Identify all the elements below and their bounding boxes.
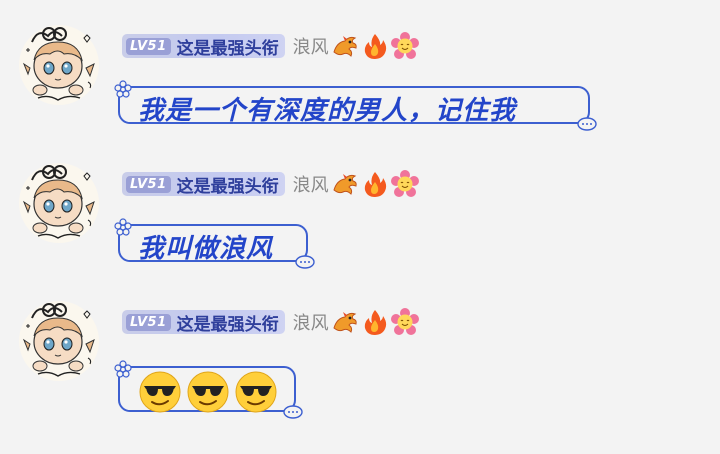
bubble-dots-icon [576, 116, 598, 132]
message-bubble[interactable] [118, 366, 296, 412]
title-badge: LV51 这是最强头衔 [122, 310, 285, 335]
flower-icon [391, 32, 419, 60]
sunglasses-emoji-icon [138, 370, 182, 414]
flower-icon [391, 308, 419, 336]
message-text: 我叫做浪风 [138, 234, 274, 264]
bubble-flower-icon [114, 360, 132, 378]
dragon-icon [331, 170, 359, 198]
dragon-icon [331, 32, 359, 60]
title-badge: LV51 这是最强头衔 [122, 172, 285, 197]
sender-nickname[interactable]: 浪风 [293, 33, 329, 59]
sunglasses-emoji-icon [234, 370, 278, 414]
emoji-row [138, 370, 278, 414]
bubble-flower-icon [114, 80, 132, 98]
message-text: 我是一个有深度的男人，记住我 [138, 96, 517, 126]
chat-area: LV51 这是最强头衔 浪风 我是一个有深度的男人，记住我 LV51 这是最强头… [0, 0, 720, 454]
dragon-icon [331, 308, 359, 336]
member-title: 这是最强头衔 [176, 314, 279, 335]
level-badge: LV51 [126, 313, 171, 331]
level-badge: LV51 [126, 175, 171, 193]
flower-icon [391, 170, 419, 198]
avatar[interactable] [18, 162, 100, 244]
bubble-dots-icon [294, 254, 316, 270]
message-bubble[interactable]: 我叫做浪风 [118, 224, 308, 262]
sender-info: LV51 这是最强头衔 浪风 [122, 170, 419, 198]
message-bubble[interactable]: 我是一个有深度的男人，记住我 [118, 86, 590, 124]
bubble-dots-icon [282, 404, 304, 420]
avatar[interactable] [18, 300, 100, 382]
member-title: 这是最强头衔 [176, 176, 279, 197]
member-title: 这是最强头衔 [176, 38, 279, 59]
sunglasses-emoji-icon [186, 370, 230, 414]
title-badge: LV51 这是最强头衔 [122, 34, 285, 59]
fire-icon [361, 32, 389, 60]
avatar[interactable] [18, 24, 100, 106]
fire-icon [361, 308, 389, 336]
level-badge: LV51 [126, 37, 171, 55]
fire-icon [361, 170, 389, 198]
sender-info: LV51 这是最强头衔 浪风 [122, 32, 419, 60]
bubble-flower-icon [114, 218, 132, 236]
sender-nickname[interactable]: 浪风 [293, 171, 329, 197]
sender-info: LV51 这是最强头衔 浪风 [122, 308, 419, 336]
sender-nickname[interactable]: 浪风 [293, 309, 329, 335]
